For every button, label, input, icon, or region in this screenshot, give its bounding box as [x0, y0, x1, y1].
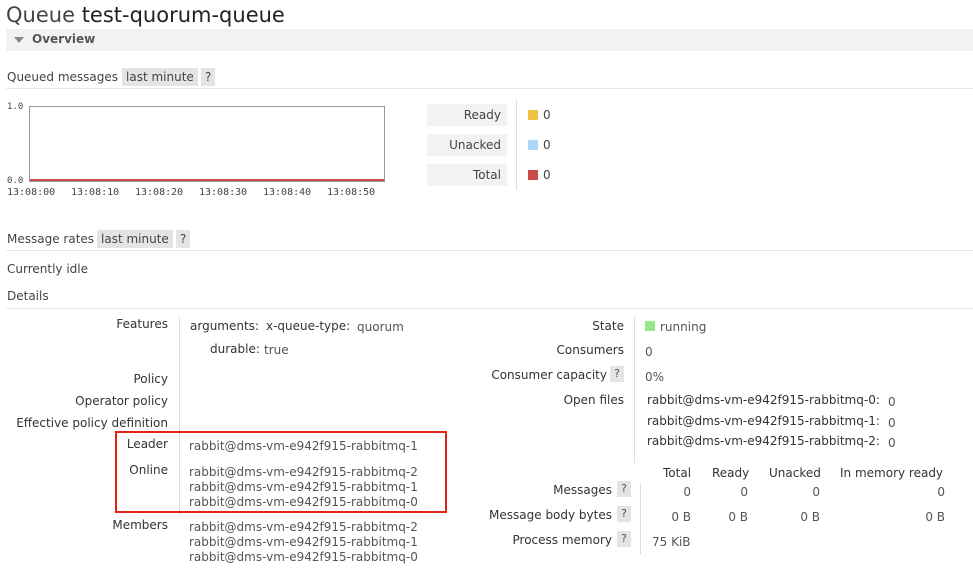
member-node: rabbit@dms-vm-e942f915-rabbitmq-0 [189, 550, 418, 564]
messages-label: Messages [553, 483, 612, 497]
stats-header-total: Total [663, 466, 692, 480]
divider [6, 88, 973, 89]
messages-total: 0 [683, 485, 691, 499]
body-bytes-ready: 0 B [728, 510, 748, 524]
queued-messages-chart [29, 106, 385, 182]
x-tick-label: 13:08:10 [71, 187, 120, 198]
legend-ready-label: Ready [427, 104, 507, 126]
legend-ready-value: 0 [543, 108, 551, 122]
queued-messages-range-button[interactable]: last minute [122, 68, 198, 86]
open-files-count: 0 [888, 436, 896, 450]
divider [6, 308, 973, 309]
open-files-node: rabbit@dms-vm-e942f915-rabbitmq-2: [647, 434, 880, 448]
queue-type-key: x-queue-type: [266, 319, 351, 333]
messages-unacked: 0 [812, 485, 820, 499]
member-node: rabbit@dms-vm-e942f915-rabbitmq-1 [189, 535, 418, 549]
state-label: State [592, 319, 624, 333]
queue-type-value: quorum [357, 320, 404, 334]
consumer-capacity-label: Consumer capacity [491, 368, 607, 382]
process-memory-help-button[interactable]: ? [617, 531, 631, 547]
queued-messages-help-button[interactable]: ? [201, 68, 216, 86]
y-axis-max-label: 1.0 [7, 102, 24, 112]
page-title: Queue test-quorum-queue [6, 0, 285, 30]
y-axis-min-label: 0.0 [7, 176, 24, 186]
open-files-node: rabbit@dms-vm-e942f915-rabbitmq-0: [647, 393, 880, 407]
message-rates-header: Message rates last minute ? [6, 230, 206, 250]
x-tick-label: 13:08:50 [327, 187, 376, 198]
consumer-capacity-value: 0% [645, 370, 665, 384]
message-body-bytes-help-button[interactable]: ? [617, 506, 631, 522]
process-memory-label: Process memory [512, 533, 612, 547]
overview-section-toggle[interactable]: Overview [6, 29, 973, 51]
consumer-capacity-help-button[interactable]: ? [610, 366, 624, 382]
legend-total-value: 0 [543, 168, 551, 182]
effective-policy-label: Effective policy definition [16, 416, 168, 430]
triangle-down-icon [14, 37, 24, 43]
durable-value: true [264, 343, 289, 357]
legend-unacked-label: Unacked [427, 134, 507, 156]
x-tick-label: 13:08:40 [263, 187, 312, 198]
queue-name: test-quorum-queue [81, 3, 285, 27]
rates-status-text: Currently idle [7, 262, 88, 276]
messages-ready: 0 [740, 485, 748, 499]
durable-key: durable: [210, 342, 260, 356]
process-memory-value: 75 KiB [652, 535, 691, 549]
stats-divider [640, 484, 641, 554]
messages-in-memory-ready: 0 [937, 485, 945, 499]
messages-help-button[interactable]: ? [617, 481, 631, 497]
queued-messages-header: Queued messages last minute ? [6, 68, 226, 88]
body-bytes-total: 0 B [671, 510, 691, 524]
policy-label: Policy [133, 372, 168, 386]
highlight-annotation-box [115, 431, 447, 513]
operator-policy-label: Operator policy [75, 394, 168, 408]
stats-header-ready: Ready [712, 466, 750, 480]
queued-messages-label: Queued messages [7, 70, 119, 84]
overview-label: Overview [32, 32, 96, 46]
message-rates-label: Message rates [7, 232, 95, 246]
arguments-key: arguments: [190, 319, 259, 333]
open-files-count: 0 [888, 395, 896, 409]
x-tick-label: 13:08:30 [199, 187, 248, 198]
stats-header-in-memory-ready: In memory ready [840, 466, 944, 480]
open-files-label: Open files [563, 393, 624, 407]
legend-divider [516, 100, 517, 190]
details-right-divider [634, 317, 635, 463]
stats-header-unacked: Unacked [769, 466, 821, 480]
divider [6, 250, 973, 251]
x-tick-label: 13:08:20 [135, 187, 184, 198]
state-value: running [660, 320, 707, 334]
legend-total-swatch [528, 170, 538, 180]
consumers-label: Consumers [556, 343, 624, 357]
message-rates-help-button[interactable]: ? [176, 230, 191, 248]
total-series-line [30, 179, 384, 181]
state-indicator-icon [645, 321, 655, 331]
legend-unacked-value: 0 [543, 138, 551, 152]
member-node: rabbit@dms-vm-e942f915-rabbitmq-2 [189, 520, 418, 534]
message-rates-range-button[interactable]: last minute [97, 230, 173, 248]
body-bytes-in-memory-ready: 0 B [925, 510, 945, 524]
consumers-value: 0 [645, 345, 653, 359]
legend-total-label: Total [427, 164, 507, 186]
members-label: Members [112, 518, 168, 532]
body-bytes-unacked: 0 B [800, 510, 820, 524]
x-tick-label: 13:08:00 [7, 187, 56, 198]
open-files-node: rabbit@dms-vm-e942f915-rabbitmq-1: [647, 414, 880, 428]
open-files-count: 0 [888, 416, 896, 430]
page-title-prefix: Queue [6, 3, 75, 27]
message-body-bytes-label: Message body bytes [489, 508, 612, 522]
legend-ready-swatch [528, 110, 538, 120]
legend-unacked-swatch [528, 140, 538, 150]
details-heading: Details [7, 289, 49, 303]
features-label: Features [116, 317, 168, 331]
